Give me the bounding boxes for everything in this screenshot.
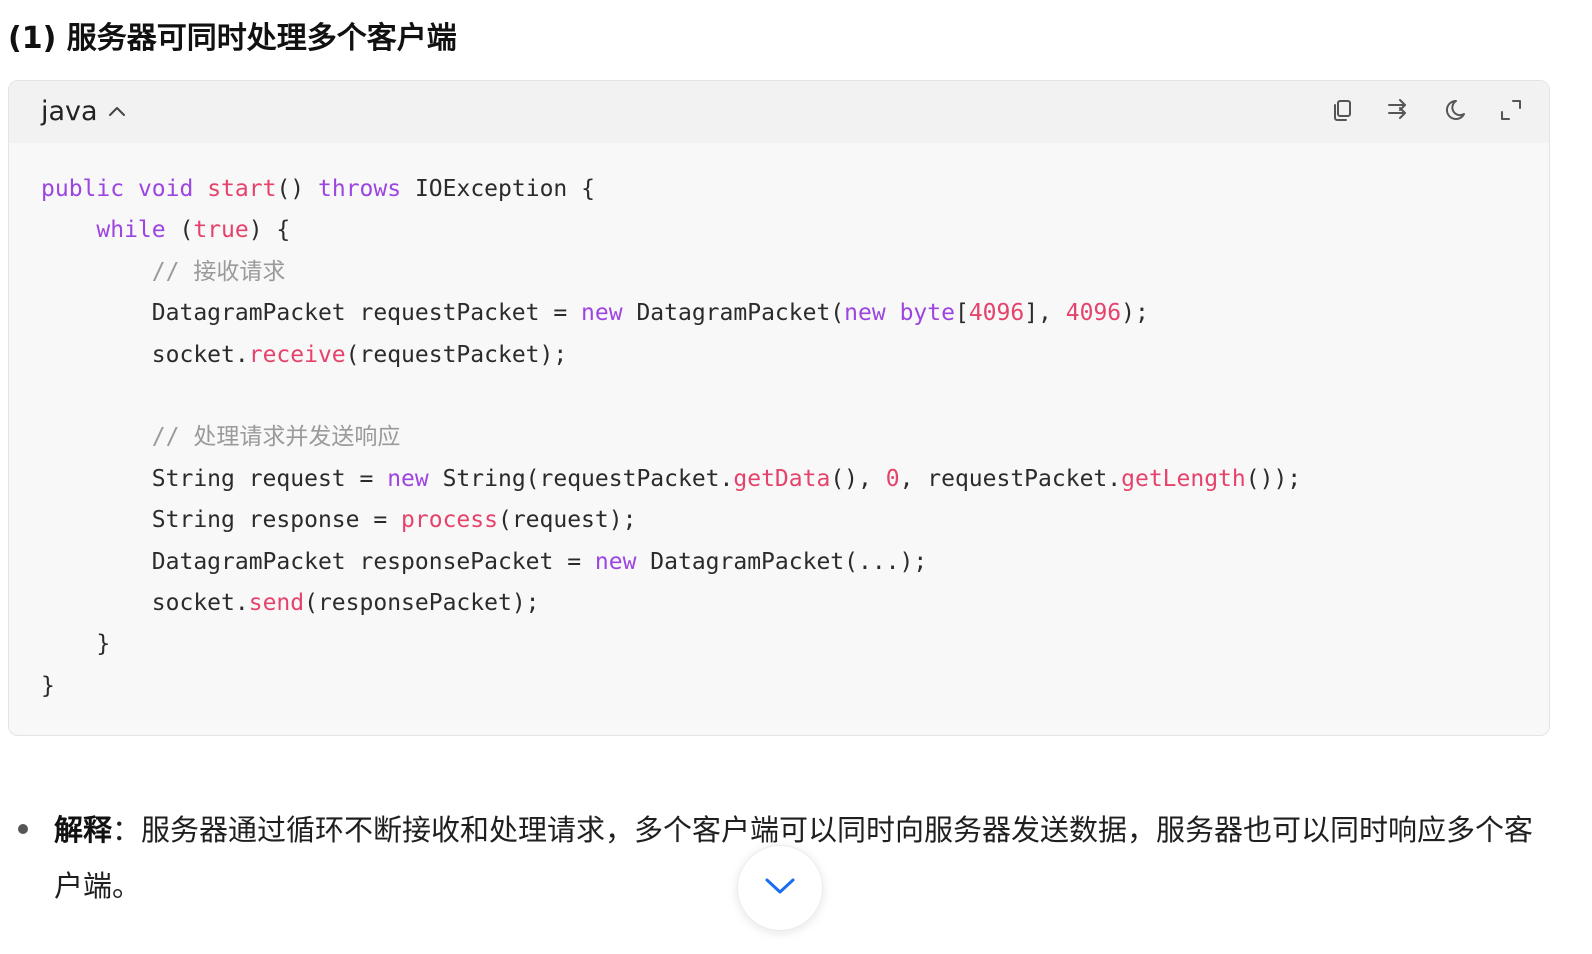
code-content[interactable]: public void start() throws IOException {… xyxy=(41,169,1529,707)
code-token-kw: new xyxy=(387,465,429,492)
code-token-num: 0 xyxy=(885,465,900,492)
code-token: ) { xyxy=(248,217,291,244)
code-actions xyxy=(1325,94,1529,130)
code-line: } xyxy=(41,624,1529,665)
expand-icon xyxy=(1498,97,1524,127)
bullet-dot xyxy=(18,824,28,834)
code-token-kw: while xyxy=(96,217,166,244)
code-token-kw: public xyxy=(41,176,125,202)
explanation-separator: ： xyxy=(112,813,142,847)
moon-icon xyxy=(1442,97,1468,127)
code-token: (), xyxy=(830,465,886,492)
code-token-fn: getLength xyxy=(1121,465,1246,492)
code-line: socket.receive(requestPacket); xyxy=(41,335,1529,376)
code-token: IOException { xyxy=(401,176,595,202)
code-comment: // 处理请求并发送响应 xyxy=(151,424,401,451)
code-line: DatagramPacket requestPacket = new Datag… xyxy=(41,293,1529,334)
code-line: // 处理请求并发送响应 xyxy=(41,417,1529,458)
code-token: () xyxy=(276,176,318,202)
theme-toggle-button[interactable] xyxy=(1437,94,1473,130)
expand-button[interactable] xyxy=(1493,94,1529,130)
code-token-fn: process xyxy=(401,507,498,534)
code-block-header: java xyxy=(9,81,1549,143)
code-token: DatagramPacket( xyxy=(622,300,845,327)
code-token: DatagramPacket responsePacket = xyxy=(41,548,595,575)
code-comment: // 接收请求 xyxy=(151,258,286,285)
code-line: socket.send(responsePacket); xyxy=(41,583,1529,624)
code-line: public void start() throws IOException { xyxy=(41,169,1529,210)
code-token-fn: start xyxy=(207,176,277,202)
code-token: } xyxy=(41,672,55,699)
code-token: (responsePacket); xyxy=(304,589,540,616)
language-label: java xyxy=(41,96,98,127)
code-token-fn: send xyxy=(248,589,305,616)
code-token: , requestPacket. xyxy=(899,465,1122,492)
code-token: ()); xyxy=(1245,465,1302,492)
code-token-fn: receive xyxy=(248,341,346,368)
code-token: String(requestPacket. xyxy=(428,465,734,492)
code-token-kw: new xyxy=(594,548,637,575)
scroll-down-button[interactable] xyxy=(737,845,823,931)
code-token: DatagramPacket(...); xyxy=(636,548,928,575)
code-line: } xyxy=(41,666,1529,707)
copy-button[interactable] xyxy=(1325,94,1361,130)
share-icon xyxy=(1385,97,1413,127)
code-line: // 接收请求 xyxy=(41,252,1529,293)
language-toggle[interactable]: java xyxy=(41,93,128,131)
code-token-num: 4096 xyxy=(1065,300,1122,327)
code-token: (requestPacket); xyxy=(345,341,568,368)
code-block: java public void start() throws IOExcept… xyxy=(8,80,1550,736)
code-token-kw: throws xyxy=(318,176,402,202)
code-token: (request); xyxy=(497,507,637,534)
code-token: } xyxy=(41,631,111,658)
chevron-down-icon xyxy=(763,875,797,901)
share-button[interactable] xyxy=(1381,94,1417,130)
code-token-fn: getData xyxy=(733,465,831,492)
code-token-kw: void xyxy=(137,176,194,202)
chevron-up-icon xyxy=(106,101,128,123)
code-token: ], xyxy=(1024,300,1066,327)
code-token-fn: true xyxy=(193,217,249,244)
section-heading: (1) 服务器可同时处理多个客户端 xyxy=(8,21,457,56)
code-token: String request = xyxy=(41,465,388,492)
code-line: String response = process(request); xyxy=(41,500,1529,541)
code-token-kw: new xyxy=(844,300,886,327)
code-token: socket. xyxy=(41,589,249,616)
code-line: DatagramPacket responsePacket = new Data… xyxy=(41,542,1529,583)
code-token: String response = xyxy=(41,507,402,534)
code-token-kw: new xyxy=(581,300,623,327)
copy-icon xyxy=(1330,97,1356,127)
code-token-kw: byte xyxy=(899,300,955,327)
code-token: ); xyxy=(1121,300,1149,327)
code-token-num: 4096 xyxy=(968,300,1025,327)
code-token: ( xyxy=(165,217,194,244)
code-line: String request = new String(requestPacke… xyxy=(41,459,1529,500)
code-line: while (true) { xyxy=(41,210,1529,251)
code-token: DatagramPacket requestPacket = xyxy=(41,300,582,327)
code-token: [ xyxy=(954,300,969,327)
code-token: socket. xyxy=(41,341,249,368)
explanation-label: 解释 xyxy=(54,813,113,847)
